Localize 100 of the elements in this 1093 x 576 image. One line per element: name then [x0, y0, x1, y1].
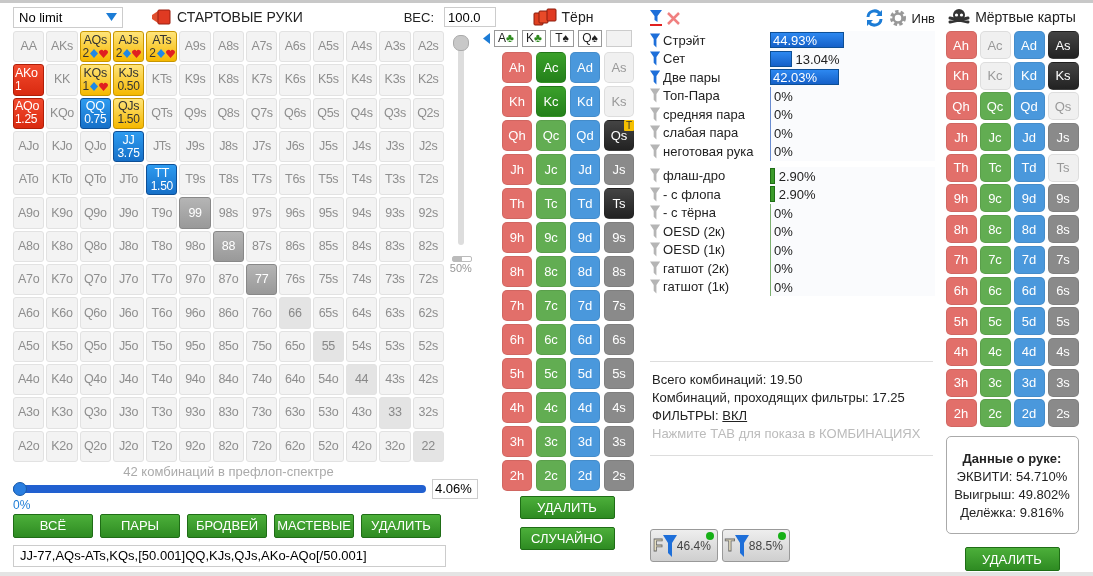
hand-cell[interactable]: 72s [412, 264, 444, 296]
hand-cell[interactable]: 42o [345, 430, 378, 462]
card-tile[interactable]: Qs T [604, 120, 634, 151]
card-tile[interactable]: 4d [570, 392, 600, 423]
hand-cell[interactable]: J4s [345, 130, 378, 163]
empty-card-slot[interactable] [606, 30, 632, 47]
hand-cell[interactable]: 32o [379, 430, 411, 462]
hand-cell[interactable]: J6s [279, 130, 311, 163]
hand-cell[interactable]: K8o [46, 230, 78, 263]
hand-cell[interactable]: Q4o [79, 363, 111, 396]
card-tile[interactable]: Qh [945, 92, 977, 121]
card-tile[interactable]: Tc [536, 188, 566, 219]
card-tile[interactable]: Jh [945, 123, 977, 152]
hand-cell[interactable]: 87s [246, 230, 278, 263]
hand-cell[interactable]: K2o [46, 430, 78, 462]
hand-cell[interactable]: QJo [79, 130, 111, 163]
hand-cell[interactable]: QTo [79, 164, 111, 196]
hand-cell[interactable]: T2o [146, 430, 178, 462]
hand-cell[interactable]: AKs [46, 31, 78, 63]
hand-cell[interactable]: 22 [412, 430, 444, 462]
card-tile[interactable]: 9h [502, 222, 532, 253]
card-tile[interactable]: 3c [536, 426, 566, 457]
hand-cell[interactable]: K5s [312, 64, 344, 96]
card-tile[interactable]: Th [502, 188, 532, 219]
hand-cell[interactable]: 84o [212, 363, 245, 396]
weight-field[interactable]: 100.0 [444, 7, 496, 27]
card-tile[interactable]: 5d [570, 358, 600, 389]
hand-cell[interactable]: Q6s [279, 97, 311, 129]
card-tile[interactable]: 8d [1013, 215, 1045, 244]
card-tile[interactable]: 4c [536, 392, 566, 423]
card-tile[interactable]: 6s [604, 324, 634, 355]
card-tile[interactable]: 7s [604, 290, 634, 321]
hand-cell[interactable]: AQo 1.25 [13, 97, 45, 129]
card-tile[interactable]: Qh [502, 120, 532, 151]
filter-icon[interactable] [650, 69, 661, 85]
card-tile[interactable]: 9c [979, 184, 1011, 213]
card-tile[interactable]: Js [1047, 123, 1079, 152]
hand-cell[interactable]: 42s [412, 363, 444, 396]
hand-cell[interactable]: JJ 3.75 [112, 130, 145, 163]
hand-cell[interactable]: 64o [279, 363, 311, 396]
hand-cell[interactable]: 94s [345, 197, 378, 229]
hand-cell[interactable]: Q9s [179, 97, 211, 129]
hand-cell[interactable]: KQo [46, 97, 78, 129]
hand-cell[interactable]: AA [13, 31, 45, 63]
arrow-left-icon[interactable] [483, 33, 490, 44]
card-tile[interactable]: Ac [979, 31, 1011, 59]
clear-dead-button[interactable]: УДАЛИТЬ [964, 547, 1060, 572]
filter-icon[interactable] [650, 106, 661, 122]
hand-cell[interactable]: T6s [279, 164, 311, 196]
hand-cell[interactable]: A8s [212, 31, 245, 63]
filter-icon[interactable] [650, 51, 661, 67]
card-tile[interactable]: 3s [604, 426, 634, 457]
hand-cell[interactable]: 86s [279, 230, 311, 263]
card-tile[interactable]: 4c [979, 337, 1011, 366]
hand-cell[interactable]: A5o [13, 330, 45, 362]
hand-cell[interactable]: Q3s [379, 97, 411, 129]
card-tile[interactable]: Ts [1047, 153, 1079, 182]
hand-cell[interactable]: K2s [412, 64, 444, 96]
hand-cell[interactable]: T7s [246, 164, 278, 196]
hand-cell[interactable]: Q5o [79, 330, 111, 362]
hand-cell[interactable]: A3s [379, 31, 411, 63]
range-button[interactable]: ПАРЫ [100, 513, 180, 538]
hand-cell[interactable]: 54o [312, 363, 344, 396]
hand-cell[interactable]: J4o [112, 363, 145, 396]
hand-cell[interactable]: 75o [246, 330, 278, 362]
filter-icon[interactable] [650, 143, 661, 159]
card-tile[interactable]: 9s [604, 222, 634, 253]
card-tile[interactable]: 7c [979, 245, 1011, 274]
hand-cell[interactable]: 32s [412, 397, 444, 429]
card-tile[interactable]: 6d [1013, 276, 1045, 305]
card-tile[interactable]: 3h [502, 426, 532, 457]
hand-cell[interactable]: Q4s [345, 97, 378, 129]
card-tile[interactable]: 2h [502, 460, 532, 491]
hand-cell[interactable]: A6s [279, 31, 311, 63]
range-button[interactable]: МАСТЕВЫЕ [274, 513, 354, 538]
card-tile[interactable]: 6d [570, 324, 600, 355]
hand-cell[interactable]: 77 [246, 264, 278, 296]
invert-label[interactable]: Инв [911, 10, 935, 26]
board-card[interactable]: A♣ [494, 30, 518, 47]
card-tile[interactable]: Ks [1047, 61, 1079, 90]
card-tile[interactable]: Ts [604, 188, 634, 219]
card-tile[interactable]: Kd [570, 86, 600, 117]
hand-cell[interactable]: T6o [146, 297, 178, 329]
card-tile[interactable]: 7h [945, 245, 977, 274]
range-button[interactable]: БРОДВЕЙ [187, 513, 267, 538]
card-tile[interactable]: 8c [536, 256, 566, 287]
hand-cell[interactable]: 76s [279, 264, 311, 296]
hand-cell[interactable]: 75s [312, 264, 344, 296]
hand-cell[interactable]: 82o [212, 430, 245, 462]
hand-cell[interactable]: 98s [212, 197, 245, 229]
card-tile[interactable]: 8s [604, 256, 634, 287]
hand-cell[interactable]: A2s [412, 31, 444, 63]
hand-cell[interactable]: 73o [246, 397, 278, 429]
card-tile[interactable]: 6s [1047, 276, 1079, 305]
hand-cell[interactable]: J3s [379, 130, 411, 163]
card-tile[interactable]: 6h [945, 276, 977, 305]
range-text-field[interactable]: JJ-77,AQs-ATs,KQs,[50.001]QQ,KJs,QJs,AKo-AQo[/50.001] [13, 544, 446, 567]
card-tile[interactable]: Qc [979, 92, 1011, 121]
hand-cell[interactable]: A4s [345, 31, 378, 63]
hand-cell[interactable]: 92o [179, 430, 211, 462]
